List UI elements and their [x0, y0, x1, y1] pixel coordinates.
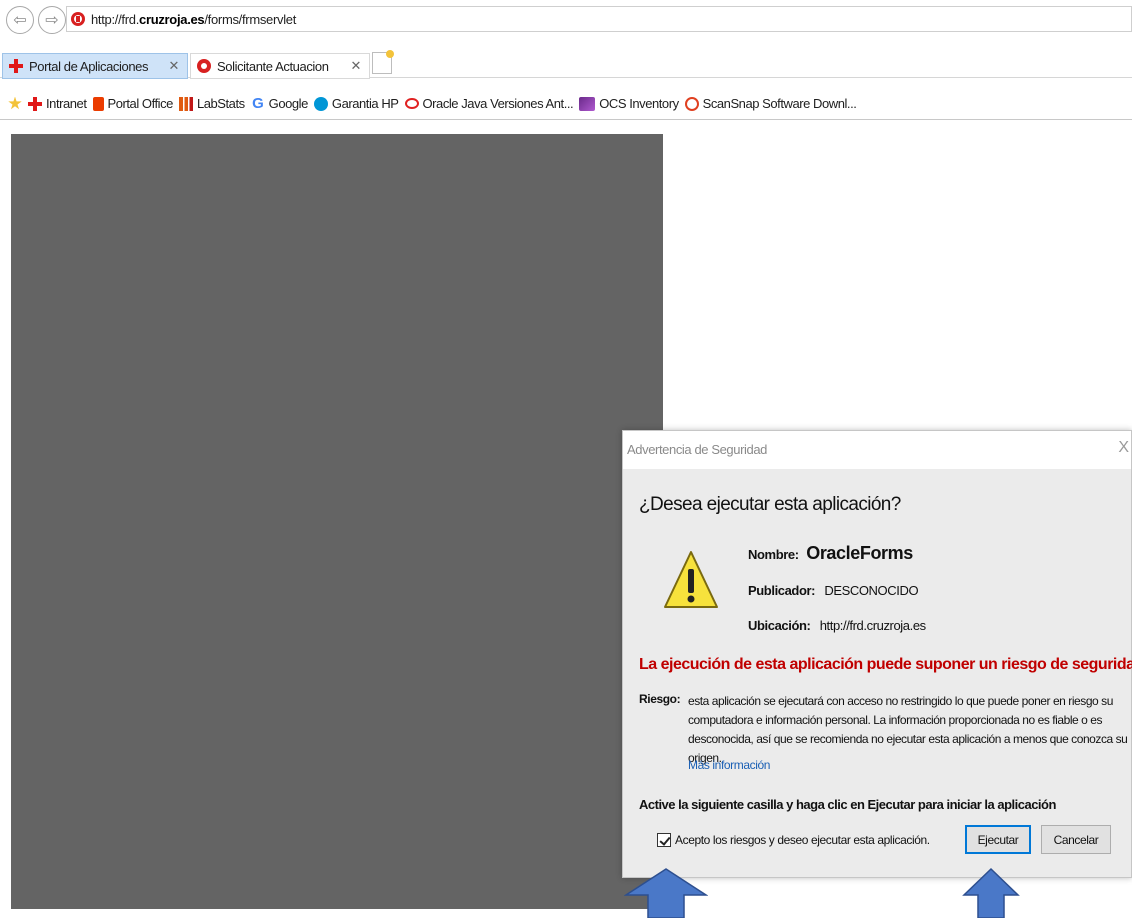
tab-solicitante-actuacion[interactable]: Solicitante Actuacion ✕ [190, 53, 370, 79]
publisher-label: Publicador: [748, 583, 816, 598]
favorite-label: ScanSnap Software Downl... [702, 96, 857, 111]
arrow-right-icon: ⇨ [45, 12, 59, 29]
favorites-bar: Intranet Portal Office LabStats G Google… [0, 88, 1132, 120]
office-icon [92, 96, 104, 111]
oracle-icon [404, 98, 419, 109]
cancel-button[interactable]: Cancelar [1041, 825, 1111, 854]
site-favicon-icon [71, 12, 85, 26]
accept-risk-label: Acepto los riesgos y deseo ejecutar esta… [675, 833, 930, 847]
location-label: Ubicación: [748, 618, 811, 633]
tab-portal-aplicaciones[interactable]: Portal de Aplicaciones ✕ [2, 53, 188, 79]
publisher-row: Publicador: DESCONOCIDO [748, 583, 919, 598]
name-label: Nombre: [748, 547, 799, 562]
new-tab-button[interactable] [372, 50, 394, 74]
add-favorite-star-icon[interactable] [8, 96, 22, 110]
location-row: Ubicación: http://frd.cruzroja.es [748, 618, 926, 633]
google-icon: G [252, 94, 264, 112]
forward-button[interactable]: ⇨ [38, 6, 66, 34]
more-info-link[interactable]: Más información [688, 758, 770, 772]
red-circle-icon [197, 59, 211, 73]
browser-window: ⇦ ⇨ http://frd.cruzroja.es/forms/frmserv… [0, 0, 1132, 918]
applet-area [11, 134, 663, 909]
dialog-heading: ¿Desea ejecutar esta aplicación? [639, 494, 901, 515]
favorite-scansnap[interactable]: ScanSnap Software Downl... [684, 96, 857, 111]
accept-risk-checkbox-row[interactable]: Acepto los riesgos y deseo ejecutar esta… [657, 833, 930, 847]
favorite-garantia-hp[interactable]: Garantia HP [313, 96, 399, 111]
location-value: http://frd.cruzroja.es [819, 618, 926, 633]
arrow-up-icon [624, 868, 708, 918]
favorite-oracle-java[interactable]: Oracle Java Versiones Ant... [404, 96, 574, 111]
close-tab-icon[interactable]: ✕ [169, 58, 180, 74]
tab-bar: Portal de Aplicaciones ✕ Solicitante Act… [0, 48, 1132, 79]
favorite-label: Garantia HP [331, 96, 399, 111]
favorite-label: Google [268, 96, 309, 111]
ocs-icon [579, 96, 596, 111]
accept-risk-checkbox[interactable] [657, 833, 671, 847]
publisher-value: DESCONOCIDO [824, 583, 919, 598]
red-cross-icon [28, 96, 42, 111]
favorite-labstats[interactable]: LabStats [178, 96, 245, 111]
run-button[interactable]: Ejecutar [965, 825, 1031, 854]
back-button[interactable]: ⇦ [6, 6, 34, 34]
app-name-row: Nombre: OracleForms [748, 543, 913, 564]
risk-label: Riesgo: [639, 692, 681, 706]
labstats-icon [178, 96, 193, 111]
favorite-google[interactable]: G Google [251, 94, 309, 112]
favorite-label: Portal Office [107, 96, 174, 111]
address-bar: ⇦ ⇨ http://frd.cruzroja.es/forms/frmserv… [0, 0, 1132, 40]
tab-label: Solicitante Actuacion [217, 58, 329, 74]
hp-icon [313, 96, 328, 111]
favorite-ocs-inventory[interactable]: OCS Inventory [579, 96, 679, 111]
favorite-label: OCS Inventory [599, 96, 679, 111]
scansnap-icon [684, 96, 699, 111]
favorite-label: LabStats [196, 96, 245, 111]
tab-label: Portal de Aplicaciones [29, 58, 149, 74]
instruction-text: Active la siguiente casilla y haga clic … [639, 797, 1056, 812]
close-icon[interactable]: X [1118, 439, 1129, 457]
dialog-title: Advertencia de Seguridad [627, 442, 768, 457]
favorite-portal-office[interactable]: Portal Office [92, 96, 174, 111]
close-tab-icon[interactable]: ✕ [351, 58, 362, 74]
name-value: OracleForms [806, 543, 913, 563]
security-warning-dialog: Advertencia de Seguridad X ¿Desea ejecut… [622, 430, 1132, 878]
favorite-label: Intranet [46, 96, 87, 111]
dialog-titlebar: Advertencia de Seguridad X [623, 431, 1131, 469]
red-cross-icon [9, 59, 23, 73]
risk-warning: La ejecución de esta aplicación puede su… [639, 656, 1132, 673]
favorite-label: Oracle Java Versiones Ant... [422, 96, 574, 111]
risk-description: esta aplicación se ejecutará con acceso … [688, 694, 1128, 765]
warning-icon [664, 551, 718, 608]
arrow-left-icon: ⇦ [13, 12, 27, 29]
url-text: http://frd.cruzroja.es/forms/frmservlet [91, 12, 297, 27]
arrow-up-icon [962, 867, 1020, 918]
favorite-intranet[interactable]: Intranet [28, 96, 87, 111]
url-input[interactable]: http://frd.cruzroja.es/forms/frmservlet [66, 6, 1132, 32]
